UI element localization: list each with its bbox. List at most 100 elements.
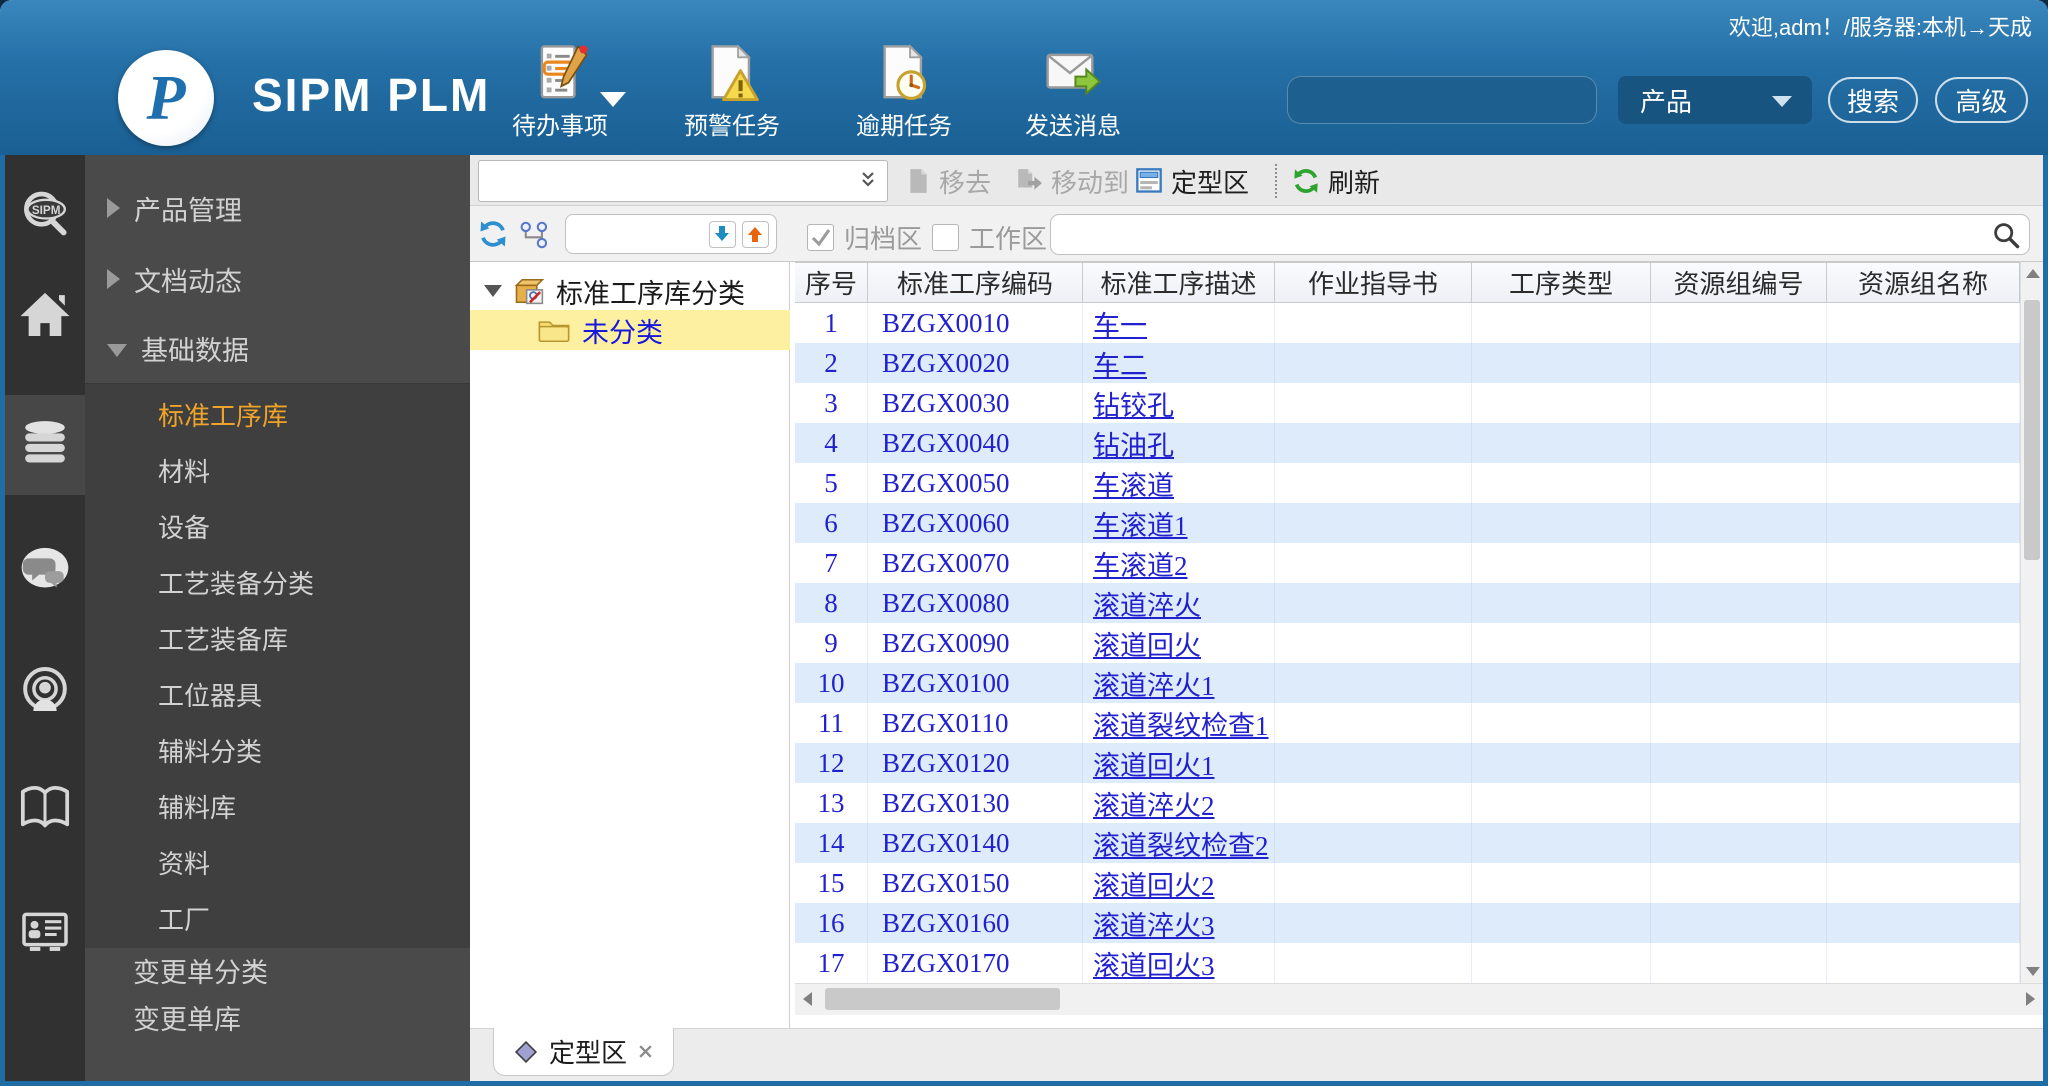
nav-item-base-data[interactable]: 基础数据 <box>85 323 470 373</box>
row-code-link[interactable]: BZGX0170 <box>868 943 1083 983</box>
tab-archive-zone[interactable]: 定型区 <box>493 1028 674 1076</box>
row-desc-link[interactable]: 滚道淬火2 <box>1083 783 1275 823</box>
table-row[interactable]: 9 BZGX0090 滚道回火 <box>795 623 2020 663</box>
vertical-scroll-thumb[interactable] <box>2024 300 2040 560</box>
scroll-up-arrow-icon[interactable] <box>2026 269 2040 278</box>
row-desc-link[interactable]: 滚道回火3 <box>1083 943 1275 983</box>
scroll-left-arrow-icon[interactable] <box>803 992 812 1006</box>
tree-collapse-caret-icon[interactable] <box>484 285 502 297</box>
row-code-link[interactable]: BZGX0020 <box>868 343 1083 383</box>
row-code-link[interactable]: BZGX0160 <box>868 903 1083 943</box>
nav-item-change-order-lib[interactable]: 变更单库 <box>85 994 470 1041</box>
advanced-search-button[interactable]: 高级 <box>1935 77 2028 123</box>
nav-item-product-mgmt[interactable]: 产品管理 <box>85 183 470 233</box>
tree-refresh-icon[interactable] <box>478 219 508 254</box>
row-code-link[interactable]: BZGX0040 <box>868 423 1083 463</box>
tree-root-node[interactable]: 标准工序库分类 <box>470 272 790 310</box>
table-row[interactable]: 1 BZGX0010 车一 <box>795 303 2020 343</box>
horizontal-scroll-thumb[interactable] <box>825 988 1060 1010</box>
row-desc-link[interactable]: 钻油孔 <box>1083 423 1275 463</box>
table-row[interactable]: 16 BZGX0160 滚道淬火3 <box>795 903 2020 943</box>
archive-zone-checkbox[interactable] <box>807 224 834 251</box>
remove-button[interactable]: 移去 <box>905 162 991 200</box>
scroll-down-arrow-icon[interactable] <box>2026 967 2040 976</box>
table-row[interactable]: 8 BZGX0080 滚道淬火 <box>795 583 2020 623</box>
table-row[interactable]: 5 BZGX0050 车滚道 <box>795 463 2020 503</box>
vertical-scrollbar[interactable] <box>2020 262 2043 983</box>
warning-tasks-button[interactable]: 预警任务 <box>667 44 797 141</box>
row-code-link[interactable]: BZGX0100 <box>868 663 1083 703</box>
search-category-select[interactable]: 产品 <box>1618 76 1812 124</box>
row-desc-link[interactable]: 车滚道 <box>1083 463 1275 503</box>
row-code-link[interactable]: BZGX0120 <box>868 743 1083 783</box>
contact-broadcast-icon[interactable] <box>17 662 73 718</box>
col-header-desc[interactable]: 标准工序描述 <box>1083 263 1275 302</box>
table-row[interactable]: 3 BZGX0030 钻铰孔 <box>795 383 2020 423</box>
refresh-button[interactable]: 刷新 <box>1292 162 1380 200</box>
nav-item-change-order-class[interactable]: 变更单分类 <box>85 947 470 994</box>
table-row[interactable]: 4 BZGX0040 钻油孔 <box>795 423 2020 463</box>
book-icon[interactable] <box>17 780 73 836</box>
row-code-link[interactable]: BZGX0150 <box>868 863 1083 903</box>
row-desc-link[interactable]: 钻铰孔 <box>1083 383 1275 423</box>
col-header-resource-group-name[interactable]: 资源组名称 <box>1827 263 2020 302</box>
hierarchy-icon[interactable] <box>520 221 550 254</box>
table-row[interactable]: 10 BZGX0100 滚道淬火1 <box>795 663 2020 703</box>
table-search-input[interactable] <box>1061 219 1965 251</box>
row-desc-link[interactable]: 车滚道2 <box>1083 543 1275 583</box>
row-desc-link[interactable]: 车滚道1 <box>1083 503 1275 543</box>
nav-sub-factory[interactable]: 工厂 <box>85 890 470 946</box>
col-header-index[interactable]: 序号 <box>795 263 868 302</box>
row-desc-link[interactable]: 滚道淬火 <box>1083 583 1275 623</box>
row-desc-link[interactable]: 滚道回火2 <box>1083 863 1275 903</box>
search-icon[interactable] <box>1991 220 2021 250</box>
col-header-work-instruction[interactable]: 作业指导书 <box>1275 263 1472 302</box>
row-desc-link[interactable]: 滚道回火1 <box>1083 743 1275 783</box>
table-row[interactable]: 12 BZGX0120 滚道回火1 <box>795 743 2020 783</box>
table-row[interactable]: 13 BZGX0130 滚道淬火2 <box>795 783 2020 823</box>
table-row[interactable]: 14 BZGX0140 滚道裂纹检查2 <box>795 823 2020 863</box>
row-desc-link[interactable]: 车一 <box>1083 303 1275 343</box>
row-desc-link[interactable]: 滚道淬火1 <box>1083 663 1275 703</box>
global-search-input[interactable] <box>1287 76 1597 124</box>
row-code-link[interactable]: BZGX0090 <box>868 623 1083 663</box>
workspace-checkbox[interactable] <box>932 224 960 251</box>
nav-sub-auxmaterial-class[interactable]: 辅料分类 <box>85 722 470 778</box>
nav-sub-tooling-lib[interactable]: 工艺装备库 <box>85 610 470 666</box>
close-icon[interactable] <box>637 1043 654 1060</box>
nav-sub-station-apparatus[interactable]: 工位器具 <box>85 666 470 722</box>
scroll-right-arrow-icon[interactable] <box>2026 992 2035 1006</box>
table-row[interactable]: 15 BZGX0150 滚道回火2 <box>795 863 2020 903</box>
archive-zone-button[interactable]: 定型区 <box>1135 162 1249 200</box>
row-desc-link[interactable]: 滚道裂纹检查2 <box>1083 823 1275 863</box>
tree-node-unclassified[interactable]: 未分类 <box>470 310 790 350</box>
table-row[interactable]: 2 BZGX0020 车二 <box>795 343 2020 383</box>
row-code-link[interactable]: BZGX0070 <box>868 543 1083 583</box>
table-row[interactable]: 11 BZGX0110 滚道裂纹检查1 <box>795 703 2020 743</box>
horizontal-scrollbar[interactable] <box>795 983 2043 1015</box>
table-row[interactable]: 6 BZGX0060 车滚道1 <box>795 503 2020 543</box>
nav-sub-equipment[interactable]: 设备 <box>85 498 470 554</box>
table-row[interactable]: 17 BZGX0170 滚道回火3 <box>795 943 2020 983</box>
nav-item-doc-activity[interactable]: 文档动态 <box>85 254 470 304</box>
nav-sub-auxmaterial-lib[interactable]: 辅料库 <box>85 778 470 834</box>
row-code-link[interactable]: BZGX0130 <box>868 783 1083 823</box>
find-next-button[interactable] <box>709 221 736 248</box>
todo-items-button[interactable]: 待办事项 <box>495 44 625 141</box>
move-to-button[interactable]: 移动到 <box>1015 162 1129 200</box>
overdue-tasks-button[interactable]: 逾期任务 <box>839 44 969 141</box>
tree-filter-input[interactable] <box>572 218 706 250</box>
col-header-process-type[interactable]: 工序类型 <box>1472 263 1651 302</box>
home-icon[interactable] <box>17 287 73 343</box>
nav-sub-standard-process-lib[interactable]: 标准工序库 <box>85 386 470 442</box>
search-button[interactable]: 搜索 <box>1828 77 1918 123</box>
database-icon[interactable] <box>17 417 73 473</box>
row-code-link[interactable]: BZGX0030 <box>868 383 1083 423</box>
view-combo-box[interactable] <box>478 160 888 202</box>
table-row[interactable]: 7 BZGX0070 车滚道2 <box>795 543 2020 583</box>
nav-sub-tooling-class[interactable]: 工艺装备分类 <box>85 554 470 610</box>
nav-sub-material[interactable]: 材料 <box>85 442 470 498</box>
row-code-link[interactable]: BZGX0010 <box>868 303 1083 343</box>
row-desc-link[interactable]: 滚道裂纹检查1 <box>1083 703 1275 743</box>
row-code-link[interactable]: BZGX0080 <box>868 583 1083 623</box>
